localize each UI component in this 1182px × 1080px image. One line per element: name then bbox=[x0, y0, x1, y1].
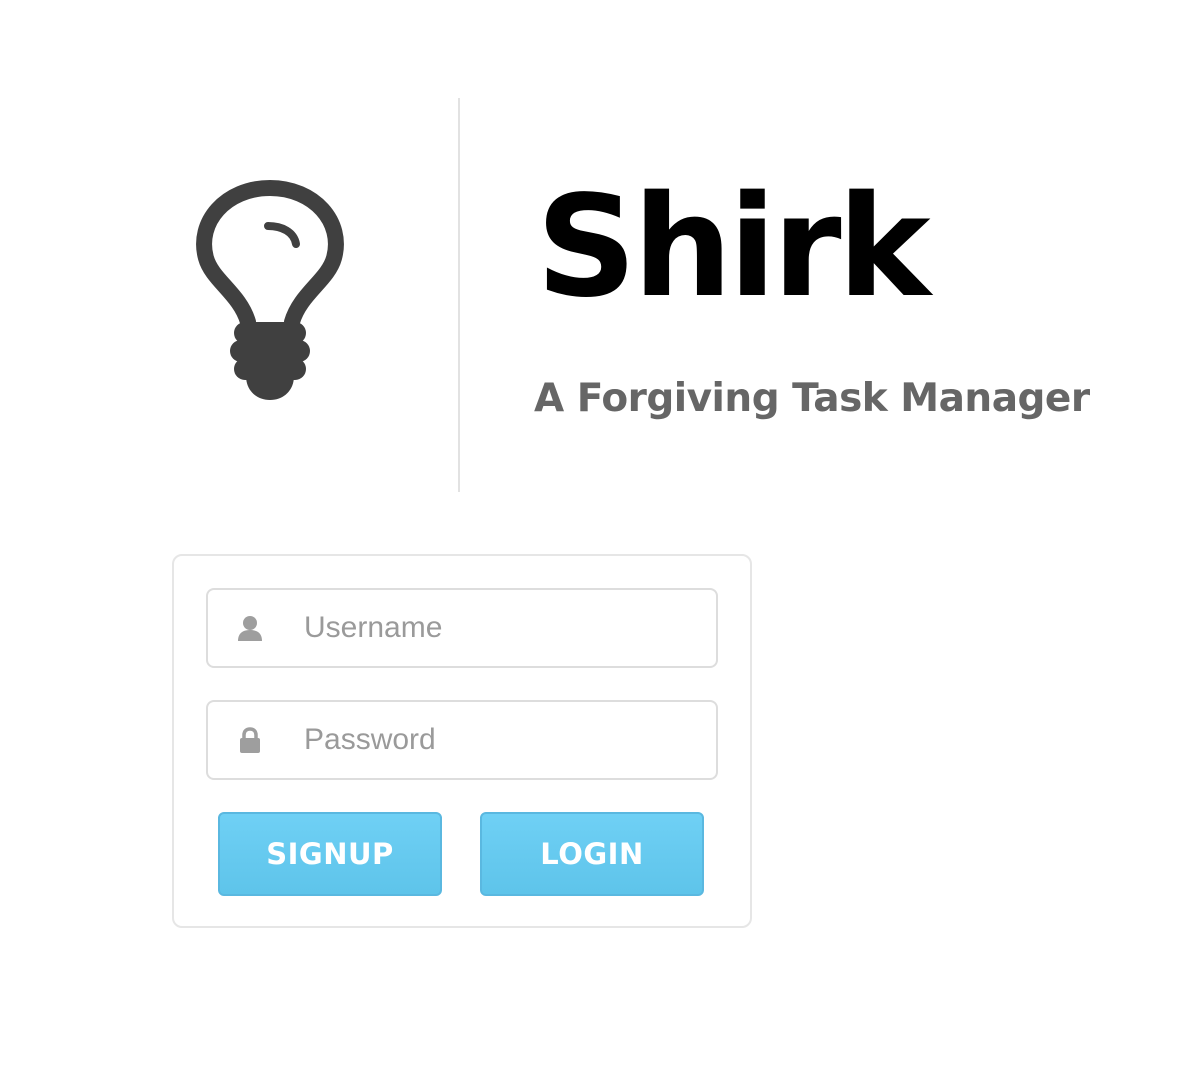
login-button[interactable]: LOGIN bbox=[480, 812, 704, 896]
signup-button[interactable]: SIGNUP bbox=[218, 812, 442, 896]
login-card: SIGNUP LOGIN bbox=[172, 554, 752, 928]
user-icon bbox=[236, 614, 264, 642]
header-divider bbox=[458, 98, 460, 492]
app-title: Shirk bbox=[536, 166, 931, 329]
lightbulb-icon bbox=[190, 176, 350, 406]
password-field[interactable] bbox=[206, 700, 718, 780]
username-input[interactable] bbox=[304, 590, 704, 666]
password-input[interactable] bbox=[304, 702, 704, 778]
lock-icon bbox=[236, 726, 264, 754]
app-tagline: A Forgiving Task Manager bbox=[534, 376, 1090, 421]
username-field[interactable] bbox=[206, 588, 718, 668]
